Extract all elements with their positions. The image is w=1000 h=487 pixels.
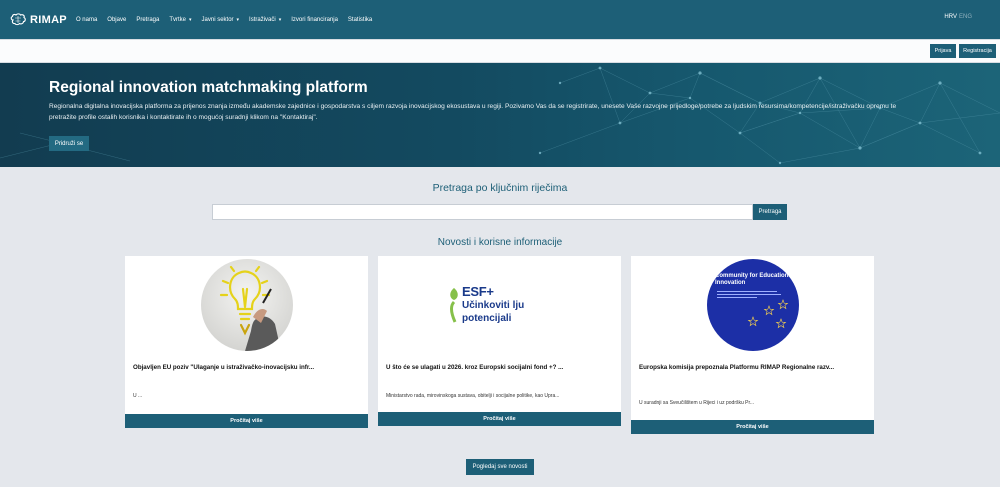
search-button[interactable]: Pretraga [753,204,787,220]
news-image [201,259,293,351]
nav-label: O nama [75,16,98,23]
news-card-excerpt: Ministarstvo rada, mirovinskoga sustava,… [386,393,560,399]
lightbulb-image [201,259,293,351]
nav-item-search[interactable]: Pretraga [136,17,159,23]
nav-label: Javni sektor [201,16,234,23]
view-all-news-button[interactable]: Pogledaj sve novosti [466,459,534,475]
news-card-title[interactable]: U što će se ulagati u 2026. kroz Europsk… [386,364,614,371]
esf-logo: ESF+ Učinkoviti lju potencijali [448,284,568,334]
news-card-excerpt: U suradnji sa Sveučilištem u Rijeci i uz… [639,400,755,406]
news-card-excerpt: U ... [133,393,143,399]
hero-banner: Regional innovation matchmaking platform… [0,63,1000,167]
read-more-button[interactable]: Pročitaj više [631,420,874,434]
logo-text: RIMAP [30,13,67,26]
news-card-title[interactable]: Europska komisija prepoznala Platformu R… [639,364,867,371]
nav-item-statistics[interactable]: Statistika [348,17,372,23]
news-card-title[interactable]: Objavljen EU poziv "Ulaganje u istraživa… [133,364,361,371]
nav-item-about[interactable]: O nama [76,17,97,23]
chevron-down-icon: ▾ [189,16,192,23]
read-more-button[interactable]: Pročitaj više [125,414,368,428]
esf-logo-line1: ESF+ [462,284,494,299]
chevron-down-icon: ▾ [278,16,282,23]
nav-item-companies[interactable]: Tvrtke ▾ [169,17,191,23]
chevron-down-icon: ▾ [236,16,240,23]
news-heading: Novosti i korisne informacije [437,237,563,248]
register-button[interactable]: Registracija [959,44,996,58]
read-more-button[interactable]: Pročitaj više [378,412,621,426]
news-card: Community for Educational Innovation Eur… [631,256,874,434]
nav-item-public-sector[interactable]: Javni sektor ▾ [202,17,240,23]
join-button[interactable]: Pridruži se [49,136,89,151]
main-nav: O nama Objave Pretraga Tvrtke ▾ Javni sek… [76,17,382,23]
hero-description: Regionalna digitalna inovacijska platfor… [49,103,897,121]
nav-item-researchers[interactable]: Istraživači ▾ [249,17,281,23]
auth-bar: Prijava Registracija [0,39,1000,63]
language-switcher: HRV ENG [944,14,972,20]
nav-label: Objave [107,16,127,23]
news-image: Community for Educational Innovation [707,259,799,351]
logo[interactable]: RIMAP [9,12,67,27]
login-button[interactable]: Prijava [930,44,956,58]
news-card: Objavljen EU poziv "Ulaganje u istraživa… [125,256,368,428]
hero-title: Regional innovation matchmaking platform [49,79,368,96]
top-navbar: RIMAP O nama Objave Pretraga Tvrtke ▾ Jav… [0,0,1000,39]
nav-item-funding-sources[interactable]: Izvori financiranja [291,17,338,23]
brain-logo-icon [10,12,26,25]
search-heading: Pretraga po ključnim riječima [432,182,568,194]
nav-label: Istraživači [249,16,276,23]
nav-label: Tvrtke [169,16,186,23]
lang-current[interactable]: HRV [944,14,957,20]
eu-stars-icon [747,299,789,329]
esf-logo-line2: Učinkoviti lju [462,300,525,311]
nav-label: Izvori financiranja [291,16,338,23]
nav-label: Pretraga [136,16,160,23]
keyword-search-input[interactable] [212,204,753,220]
nav-label: Statistika [347,16,373,23]
esf-logo-line3: potencijali [462,313,512,324]
lang-alt[interactable]: ENG [959,14,972,20]
nav-item-posts[interactable]: Objave [107,17,126,23]
news-card: ESF+ Učinkoviti lju potencijali U što će… [378,256,621,426]
esf-leaf-icon [450,288,458,323]
